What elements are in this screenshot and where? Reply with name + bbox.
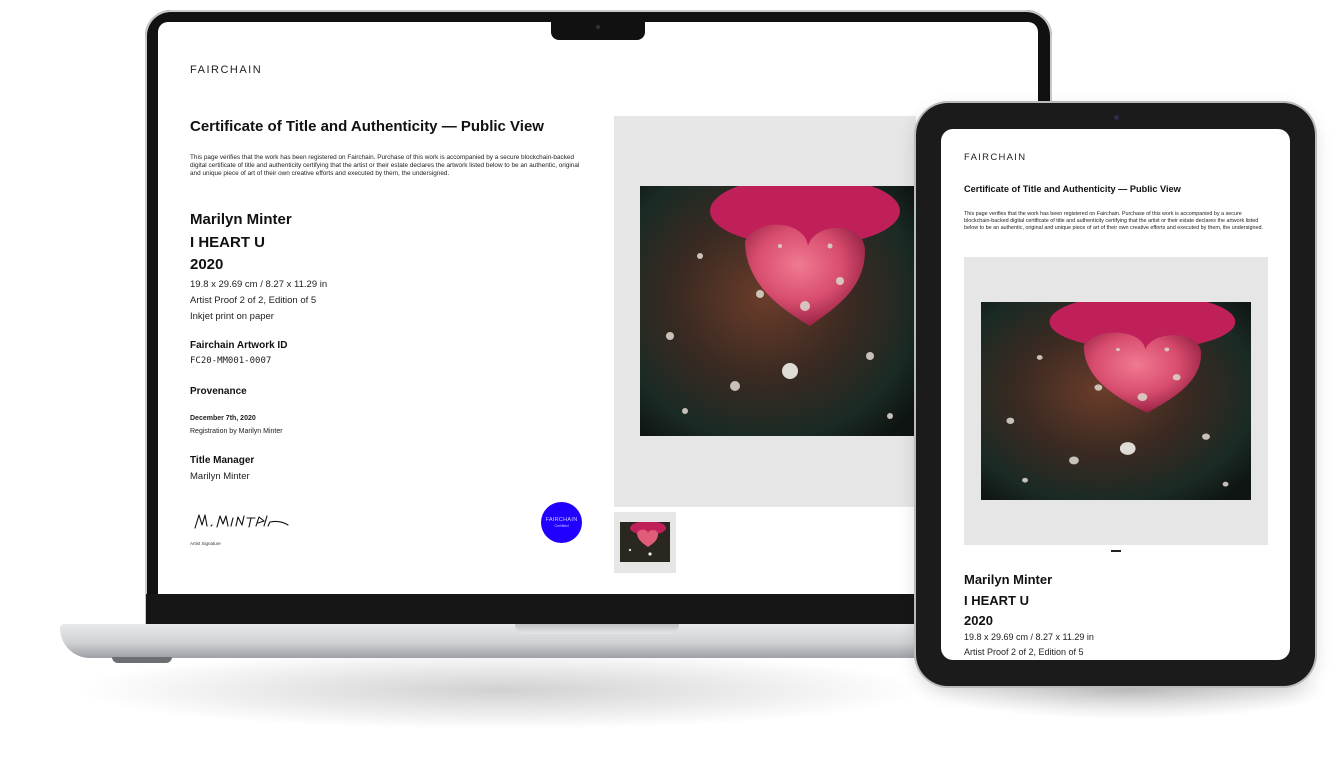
laptop-fairchain-logo[interactable]: FAIRCHAIN [190, 64, 262, 76]
laptop-provenance-event: Registration by Marilyn Minter [190, 428, 283, 435]
laptop-camera-icon [596, 25, 600, 29]
laptop-artwork-id-value: FC20-MM001-0007 [190, 356, 272, 366]
laptop-artwork-year: 2020 [190, 256, 224, 273]
tablet-artwork-edition: Artist Proof 2 of 2, Edition of 5 [964, 647, 1084, 657]
laptop-shadow [70, 650, 930, 730]
tablet-artwork-dimensions: 19.8 x 29.69 cm / 8.27 x 11.29 in [964, 632, 1094, 642]
tablet-page-title: Certificate of Title and Authenticity — … [964, 184, 1181, 194]
fairchain-certified-badge: FAIRCHAIN Certified [541, 502, 582, 543]
laptop-artwork-id-label: Fairchain Artwork ID [190, 340, 288, 351]
laptop-artwork-title: I HEART U [190, 234, 265, 251]
laptop-artwork-medium: Inkjet print on paper [190, 311, 274, 322]
tablet-artwork-title: I HEART U [964, 593, 1029, 608]
laptop-opening-groove [515, 624, 679, 634]
laptop-intro-text: This page verifies that the work has bee… [190, 154, 580, 178]
tablet-artwork-year: 2020 [964, 613, 993, 628]
laptop-provenance-label: Provenance [190, 386, 247, 397]
laptop-signature-label: Artist Signature [190, 541, 221, 546]
laptop-foot [112, 657, 172, 663]
tablet-intro-text: This page verifies that the work has bee… [964, 211, 1263, 232]
laptop-provenance-date: December 7th, 2020 [190, 415, 256, 422]
laptop-title-manager-label: Title Manager [190, 455, 255, 466]
tablet-camera-icon [1114, 115, 1119, 120]
laptop-title-manager-name: Marilyn Minter [190, 471, 250, 482]
laptop-artwork-edition: Artist Proof 2 of 2, Edition of 5 [190, 295, 317, 306]
laptop-artwork-dimensions: 19.8 x 29.69 cm / 8.27 x 11.29 in [190, 279, 328, 290]
laptop-artwork-image[interactable] [640, 186, 916, 436]
tablet-artwork-image[interactable] [981, 302, 1251, 500]
artist-signature-image [194, 514, 289, 529]
badge-brand: FAIRCHAIN [545, 517, 578, 523]
laptop-page-title: Certificate of Title and Authenticity — … [190, 118, 544, 135]
tablet-carousel-indicator[interactable] [1111, 550, 1121, 552]
tablet-fairchain-logo[interactable]: FAIRCHAIN [964, 152, 1026, 163]
laptop-artwork-thumbnail[interactable] [620, 522, 670, 562]
tablet-artist-name: Marilyn Minter [964, 572, 1053, 587]
badge-status: Certified [554, 524, 569, 528]
laptop-artist-name: Marilyn Minter [190, 211, 292, 228]
